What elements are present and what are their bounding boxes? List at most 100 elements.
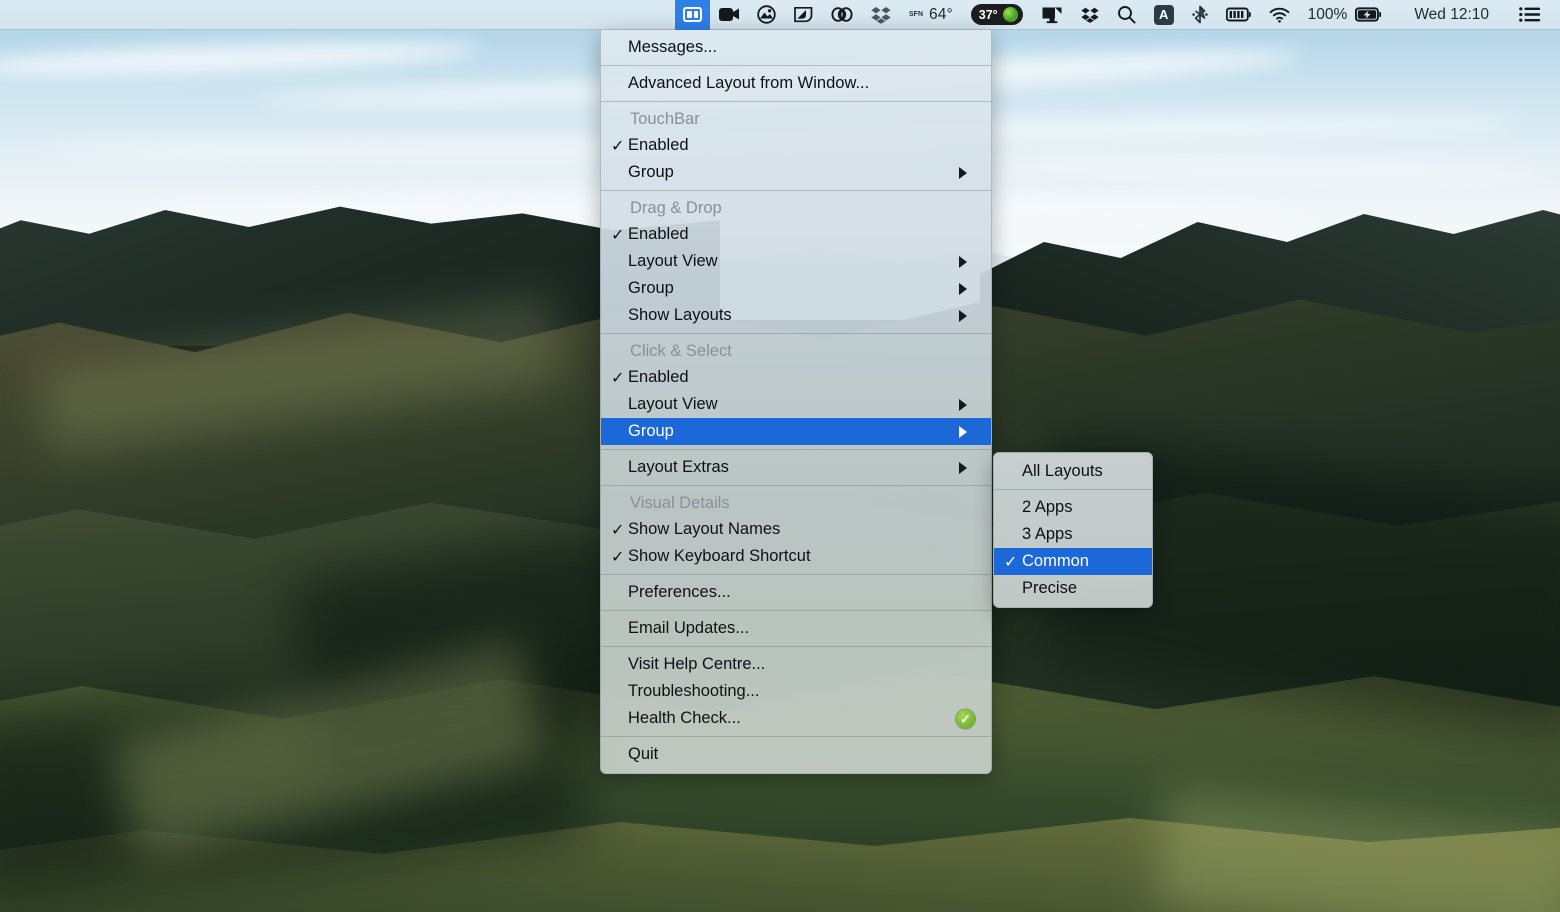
menu-item-dragdrop-layout-view[interactable]: Layout View <box>601 248 991 275</box>
status-item-display[interactable] <box>1032 0 1072 30</box>
clock-label: Wed 12:10 <box>1414 5 1489 23</box>
control-center-icon <box>1519 7 1541 22</box>
menu-item-clickselect-layout-view[interactable]: Layout View <box>601 391 991 418</box>
menu-separator <box>601 736 991 737</box>
checkmark-icon: ✓ <box>611 137 625 155</box>
menu-item-email-updates[interactable]: Email Updates... <box>601 615 991 642</box>
menu-item-label: Quit <box>628 745 659 763</box>
menu-section-label: Visual Details <box>630 493 730 512</box>
menu-item-label: Layout View <box>628 395 718 413</box>
menu-item-health-check[interactable]: Health Check... ✓ <box>601 705 991 732</box>
status-item-shape-tool[interactable] <box>785 0 822 30</box>
menu-item-label: Layout Extras <box>628 458 729 476</box>
checkmark-icon: ✓ <box>611 521 625 539</box>
bluetooth-icon <box>1191 5 1208 24</box>
menu-item-label: Enabled <box>628 225 689 243</box>
menu-item-touchbar-group[interactable]: Group <box>601 159 991 186</box>
submenu-item-precise[interactable]: Precise <box>994 575 1152 602</box>
status-item-control-center[interactable] <box>1510 0 1550 30</box>
dropbox-icon <box>1081 7 1099 23</box>
health-ok-badge-icon: ✓ <box>956 709 975 728</box>
status-item-dropbox-secondary[interactable] <box>1072 0 1108 30</box>
status-item-creative-cloud[interactable] <box>822 0 862 30</box>
menu-item-label: Show Layout Names <box>628 520 781 538</box>
menu-item-dragdrop-show-layouts[interactable]: Show Layouts <box>601 302 991 329</box>
status-item-battery-percent[interactable]: 100% <box>1299 0 1354 30</box>
submenu-item-common[interactable]: ✓ Common <box>994 548 1152 575</box>
menu-item-show-layout-names[interactable]: ✓ Show Layout Names <box>601 516 991 543</box>
menu-section-visual-details: Visual Details <box>601 490 991 516</box>
weather-pill: 37° <box>970 4 1023 25</box>
shape-tool-icon <box>794 6 813 23</box>
menu-section-label: TouchBar <box>630 109 700 128</box>
menu-item-label: Layout View <box>628 252 718 270</box>
menu-item-dragdrop-enabled[interactable]: ✓ Enabled <box>601 221 991 248</box>
submenu-item-3-apps[interactable]: 3 Apps <box>994 521 1152 548</box>
menu-item-label: Preferences... <box>628 583 731 601</box>
display-icon <box>1042 7 1062 23</box>
status-item-bluetooth[interactable] <box>1183 0 1217 30</box>
image-capture-icon <box>757 5 776 24</box>
status-item-split-layout[interactable] <box>675 0 710 30</box>
weather-orb-icon <box>1002 7 1018 22</box>
status-item-weather-pill[interactable]: 37° <box>962 0 1032 30</box>
menu-separator <box>601 333 991 334</box>
status-item-battery-charging[interactable] <box>1353 0 1391 30</box>
submenu-item-all-layouts[interactable]: All Layouts <box>994 458 1152 485</box>
checkmark-icon: ✓ <box>611 548 625 566</box>
menu-item-advanced-layout-from-window[interactable]: Advanced Layout from Window... <box>601 70 991 97</box>
status-item-weather[interactable]: SFN 64° <box>900 0 962 30</box>
menu-item-label: Enabled <box>628 368 689 386</box>
menu-item-dragdrop-group[interactable]: Group <box>601 275 991 302</box>
chevron-right-icon <box>959 166 967 179</box>
input-source-badge: A <box>1153 4 1174 25</box>
menu-item-label: Messages... <box>628 38 717 56</box>
submenu-separator <box>994 489 1152 490</box>
menu-item-layout-extras[interactable]: Layout Extras <box>601 454 991 481</box>
menu-separator <box>601 101 991 102</box>
chevron-right-icon <box>959 309 967 322</box>
chevron-right-icon <box>959 398 967 411</box>
status-item-clock[interactable]: Wed 12:10 <box>1391 0 1510 30</box>
group-submenu: All Layouts 2 Apps 3 Apps ✓ Common Preci… <box>993 452 1153 608</box>
menu-item-show-keyboard-shortcut[interactable]: ✓ Show Keyboard Shortcut <box>601 543 991 570</box>
menu-separator <box>601 449 991 450</box>
menu-separator <box>601 190 991 191</box>
status-item-wifi[interactable] <box>1260 0 1299 30</box>
menu-item-label: Health Check... <box>628 709 741 727</box>
chevron-right-icon <box>959 425 967 438</box>
menu-item-clickselect-enabled[interactable]: ✓ Enabled <box>601 364 991 391</box>
status-item-battery-meter[interactable] <box>1217 0 1260 30</box>
menu-item-troubleshooting[interactable]: Troubleshooting... <box>601 678 991 705</box>
menu-item-label: Group <box>628 163 674 181</box>
menu-section-label: Click & Select <box>630 341 732 360</box>
menu-item-messages[interactable]: Messages... <box>601 34 991 61</box>
battery-charging-icon <box>1355 7 1382 22</box>
status-item-input-source[interactable]: A <box>1145 0 1183 30</box>
chevron-right-icon <box>959 255 967 268</box>
battery-meter-icon <box>1225 7 1251 22</box>
status-item-image-capture[interactable] <box>748 0 785 30</box>
chevron-right-icon <box>959 461 967 474</box>
status-item-spotlight-search[interactable] <box>1108 0 1145 30</box>
submenu-item-2-apps[interactable]: 2 Apps <box>994 494 1152 521</box>
menu-item-clickselect-group[interactable]: Group <box>601 418 991 445</box>
status-item-dropbox[interactable] <box>862 0 900 30</box>
checkmark-icon: ✓ <box>611 226 625 244</box>
submenu-item-label: 3 Apps <box>1022 525 1073 543</box>
menu-separator <box>601 65 991 66</box>
menu-item-visit-help-centre[interactable]: Visit Help Centre... <box>601 651 991 678</box>
weather-station-label: SFN <box>909 10 923 18</box>
submenu-item-label: 2 Apps <box>1022 498 1073 516</box>
battery-percent-label: 100% <box>1307 5 1348 23</box>
menu-item-touchbar-enabled[interactable]: ✓ Enabled <box>601 132 991 159</box>
menu-item-quit[interactable]: Quit <box>601 741 991 768</box>
menu-item-preferences[interactable]: Preferences... <box>601 579 991 606</box>
checkmark-icon: ✓ <box>611 369 625 387</box>
menu-item-label: Email Updates... <box>628 619 750 637</box>
status-item-video-camera[interactable] <box>710 0 748 30</box>
menu-separator <box>601 610 991 611</box>
search-icon <box>1117 6 1136 24</box>
pill-temperature: 37° <box>978 7 998 22</box>
menu-section-touchbar: TouchBar <box>601 106 991 132</box>
